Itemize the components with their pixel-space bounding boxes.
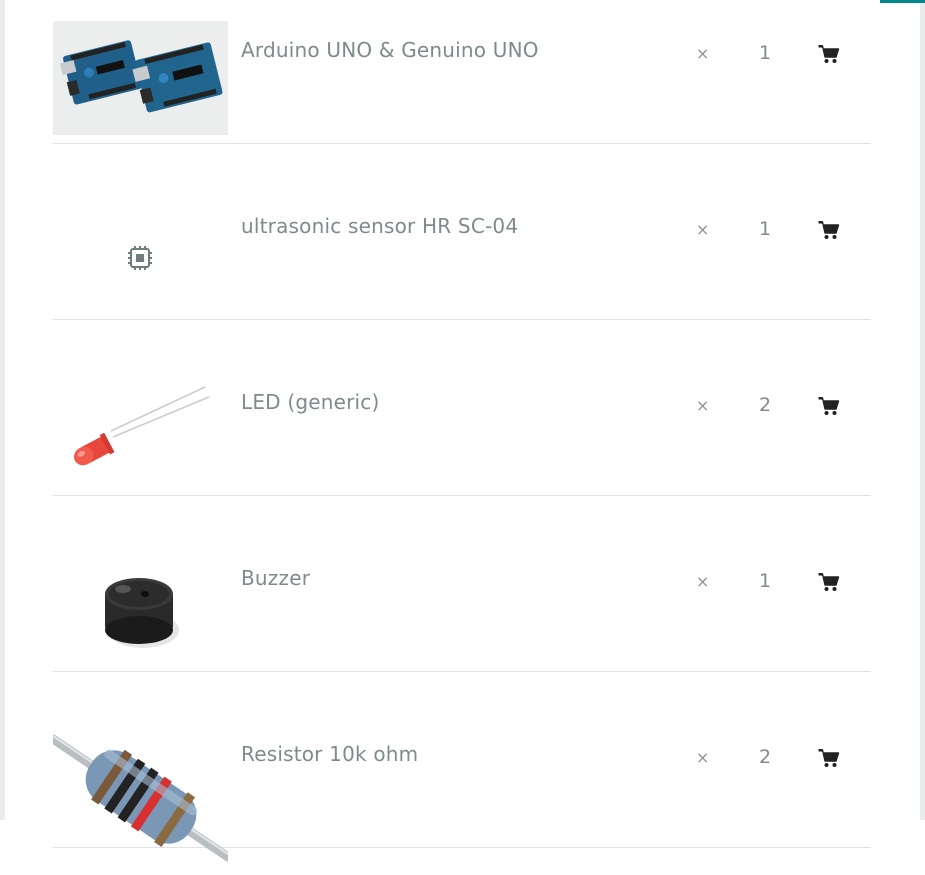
red-led-image[interactable] [53, 373, 228, 487]
component-quantity: 2 [759, 746, 772, 768]
component-name[interactable]: ultrasonic sensor HR SC-04 [241, 214, 518, 238]
chip-icon[interactable] [53, 197, 228, 311]
component-row: Resistor 10k ohm × 2 [53, 672, 871, 862]
component-quantity: 1 [759, 218, 772, 240]
multiply-sign: × [696, 396, 710, 415]
component-name[interactable]: Arduino UNO & Genuino UNO [241, 38, 539, 62]
shopping-cart-icon[interactable] [818, 220, 840, 240]
shopping-cart-icon[interactable] [818, 572, 840, 592]
component-row: Arduino UNO & Genuino UNO × 1 [53, 0, 871, 144]
components-list: Arduino UNO & Genuino UNO × 1 ultrasonic… [53, 0, 871, 862]
component-name[interactable]: Resistor 10k ohm [241, 742, 418, 766]
right-page-border [920, 0, 925, 820]
left-page-border [0, 0, 5, 820]
multiply-sign: × [696, 44, 710, 63]
shopping-cart-icon[interactable] [818, 396, 840, 416]
multiply-sign: × [696, 572, 710, 591]
shopping-cart-icon[interactable] [818, 44, 840, 64]
component-row: Buzzer × 1 [53, 496, 871, 672]
buzzer-image[interactable] [53, 549, 228, 663]
component-row: LED (generic) × 2 [53, 320, 871, 496]
component-quantity: 2 [759, 394, 772, 416]
component-quantity: 1 [759, 570, 772, 592]
component-name[interactable]: LED (generic) [241, 390, 380, 414]
multiply-sign: × [696, 220, 710, 239]
multiply-sign: × [696, 748, 710, 767]
resistor-image[interactable] [53, 725, 228, 875]
arduino-uno-board-image[interactable] [53, 21, 228, 135]
component-quantity: 1 [759, 42, 772, 64]
shopping-cart-icon[interactable] [818, 748, 840, 768]
accent-bar [880, 0, 925, 3]
component-row: ultrasonic sensor HR SC-04 × 1 [53, 144, 871, 320]
component-name[interactable]: Buzzer [241, 566, 310, 590]
